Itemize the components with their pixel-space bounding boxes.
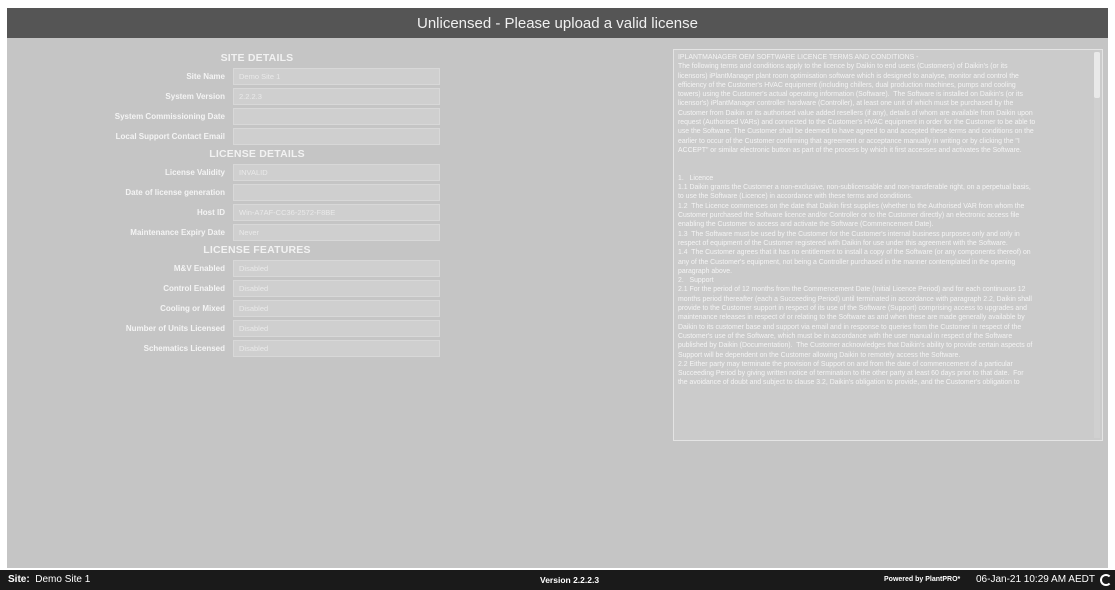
license-terms-text: IPLANTMANAGER OEM SOFTWARE LICENCE TERMS…: [678, 54, 1036, 387]
license-terms-textarea[interactable]: IPLANTMANAGER OEM SOFTWARE LICENCE TERMS…: [673, 49, 1103, 441]
system-version-label: System Version: [165, 91, 225, 101]
datetime-display: 06-Jan-21 10:29 AM AEDT: [976, 574, 1095, 585]
schematics-licensed-label: Schematics Licensed: [143, 343, 225, 353]
license-generation-date-label: Date of license generation: [125, 187, 225, 197]
mv-enabled-row: M&V Enabled Disabled: [7, 258, 467, 278]
license-validity-field[interactable]: INVALID: [233, 163, 440, 181]
units-licensed-field[interactable]: Disabled: [233, 319, 440, 337]
mv-enabled-label: M&V Enabled: [173, 263, 225, 273]
commissioning-date-label: System Commissioning Date: [114, 111, 225, 121]
maintenance-expiry-label: Maintenance Expiry Date: [130, 227, 225, 237]
license-form: SITE DETAILS Site Name Demo Site 1 Syste…: [7, 50, 467, 358]
status-bar: Site: Demo Site 1 Version 2.2.2.3 Powere…: [0, 570, 1115, 590]
cooling-or-mixed-row: Cooling or Mixed Disabled: [7, 298, 467, 318]
site-indicator: Site: Demo Site 1: [8, 570, 90, 590]
units-licensed-label: Number of Units Licensed: [125, 323, 225, 333]
commissioning-date-field[interactable]: [233, 107, 440, 125]
banner-title: Unlicensed - Please upload a valid licen…: [416, 14, 698, 32]
license-details-heading: LICENSE DETAILS: [209, 148, 305, 160]
units-licensed-row: Number of Units Licensed Disabled: [7, 318, 467, 338]
schematics-licensed-field[interactable]: Disabled: [233, 339, 440, 357]
control-enabled-label: Control Enabled: [163, 283, 225, 293]
system-version-row: System Version 2.2.2.3: [7, 86, 467, 106]
site-label: Site:: [8, 574, 30, 585]
host-id-row: Host ID Win-A7AF-CC36-2572-F8BE: [7, 202, 467, 222]
refresh-icon[interactable]: [1100, 574, 1112, 586]
host-id-field[interactable]: Win-A7AF-CC36-2572-F8BE: [233, 203, 440, 221]
mv-enabled-field[interactable]: Disabled: [233, 259, 440, 277]
cooling-or-mixed-field[interactable]: Disabled: [233, 299, 440, 317]
commissioning-date-row: System Commissioning Date: [7, 106, 467, 126]
license-validity-label: License Validity: [164, 167, 225, 177]
license-generation-date-field[interactable]: [233, 183, 440, 201]
system-version-field[interactable]: 2.2.2.3: [233, 87, 440, 105]
site-name: Demo Site 1: [35, 574, 91, 585]
control-enabled-row: Control Enabled Disabled: [7, 278, 467, 298]
site-name-row: Site Name Demo Site 1: [7, 66, 467, 86]
site-name-label: Site Name: [186, 71, 225, 81]
site-name-field[interactable]: Demo Site 1: [233, 67, 440, 85]
schematics-licensed-row: Schematics Licensed Disabled: [7, 338, 467, 358]
version-label: Version 2.2.2.3: [540, 575, 600, 585]
license-features-heading: LICENSE FEATURES: [203, 244, 311, 256]
support-email-row: Local Support Contact Email: [7, 126, 467, 146]
site-details-heading: SITE DETAILS: [220, 52, 294, 64]
support-email-label: Local Support Contact Email: [115, 131, 225, 141]
maintenance-expiry-row: Maintenance Expiry Date Never: [7, 222, 467, 242]
powered-by-label: Powered by PlantPRO*: [884, 576, 961, 583]
maintenance-expiry-field[interactable]: Never: [233, 223, 440, 241]
terms-scroll-thumb[interactable]: [1094, 52, 1100, 98]
control-enabled-field[interactable]: Disabled: [233, 279, 440, 297]
app-frame: Unlicensed - Please upload a valid licen…: [7, 8, 1108, 568]
support-email-field[interactable]: [233, 127, 440, 145]
license-generation-date-row: Date of license generation: [7, 182, 467, 202]
cooling-or-mixed-label: Cooling or Mixed: [160, 303, 225, 313]
main-content: SITE DETAILS Site Name Demo Site 1 Syste…: [7, 38, 1108, 568]
license-validity-row: License Validity INVALID: [7, 162, 467, 182]
host-id-label: Host ID: [197, 207, 225, 217]
license-warning-banner: Unlicensed - Please upload a valid licen…: [7, 8, 1108, 38]
terms-scrollbar[interactable]: [1094, 52, 1100, 438]
